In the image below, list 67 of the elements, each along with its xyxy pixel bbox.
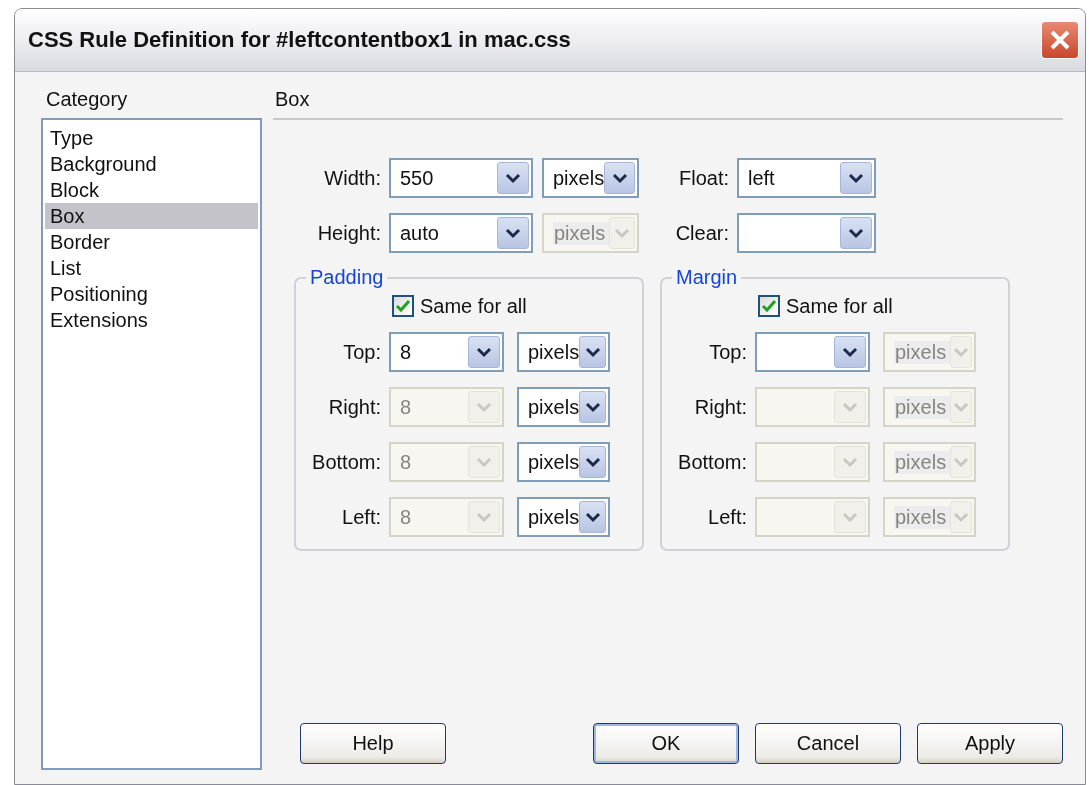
caret-icon [842,511,858,523]
category-item[interactable]: Block [45,177,258,203]
checkbox[interactable] [392,295,414,317]
checkbox[interactable] [758,295,780,317]
close-icon [1049,29,1071,51]
caret-icon [842,401,858,413]
caret-icon [842,456,858,468]
category-item[interactable]: Border [45,229,258,255]
field-label: Right: [693,395,747,419]
field-label: Left: [341,505,381,529]
dropdown[interactable]: pixels [517,332,610,372]
caret-icon [476,456,492,468]
field-label: Bottom: [311,450,381,474]
caret-icon [584,456,601,468]
field-label: Clear: [674,221,729,245]
field-label: Height: [316,221,381,245]
dropdown[interactable] [737,213,876,253]
field-label: Top: [708,340,747,364]
caret-icon [476,511,492,523]
category-item[interactable]: Extensions [45,307,258,333]
caret-icon [584,401,601,413]
category-item[interactable]: List [45,255,258,281]
caret-icon [953,456,970,468]
field-label: Width: [323,166,381,190]
dialog-button[interactable]: Help [300,723,446,764]
caret-icon [848,227,864,239]
category-item[interactable]: Type [45,125,258,151]
caret-icon [505,172,521,184]
dropdown[interactable]: auto [389,213,533,253]
group-title: Margin [675,266,739,289]
caret-icon [584,346,601,358]
checkbox-label: Same for all [786,294,893,318]
check-icon [395,299,411,313]
section-title: Box [273,88,1063,120]
field-label: Left: [707,505,747,529]
caret-icon [505,227,521,239]
caret-icon [584,511,601,523]
caret-icon [614,227,631,239]
caret-icon [476,401,492,413]
caret-icon [953,401,970,413]
caret-icon [848,172,864,184]
field-label: Right: [327,395,381,419]
dropdown[interactable]: left [737,158,876,198]
caret-icon [953,511,970,523]
category-item[interactable]: Box [45,203,258,229]
category-item[interactable]: Background [45,151,258,177]
caret-icon [842,346,858,358]
group-title: Padding [309,266,385,289]
dialog-button[interactable]: Cancel [755,723,901,764]
category-item[interactable]: Positioning [45,281,258,307]
caret-icon [611,172,628,184]
dropdown[interactable]: pixels [542,158,639,198]
dialog-button[interactable]: OK [593,723,739,764]
field-label: Top: [342,340,381,364]
dropdown[interactable] [755,332,870,372]
close-button[interactable] [1041,21,1079,59]
category-heading: Category [45,88,129,112]
dropdown[interactable]: 8 [389,332,504,372]
dropdown[interactable]: 550 [389,158,533,198]
window-title: CSS Rule Definition for #leftcontentbox1 in mac.css [28,27,571,53]
caret-icon [953,346,970,358]
check-icon [761,299,777,313]
dialog-button[interactable]: Apply [917,723,1063,764]
caret-icon [476,346,492,358]
field-label: Bottom: [677,450,747,474]
field-label: Float: [677,166,729,190]
checkbox-label: Same for all [420,294,527,318]
